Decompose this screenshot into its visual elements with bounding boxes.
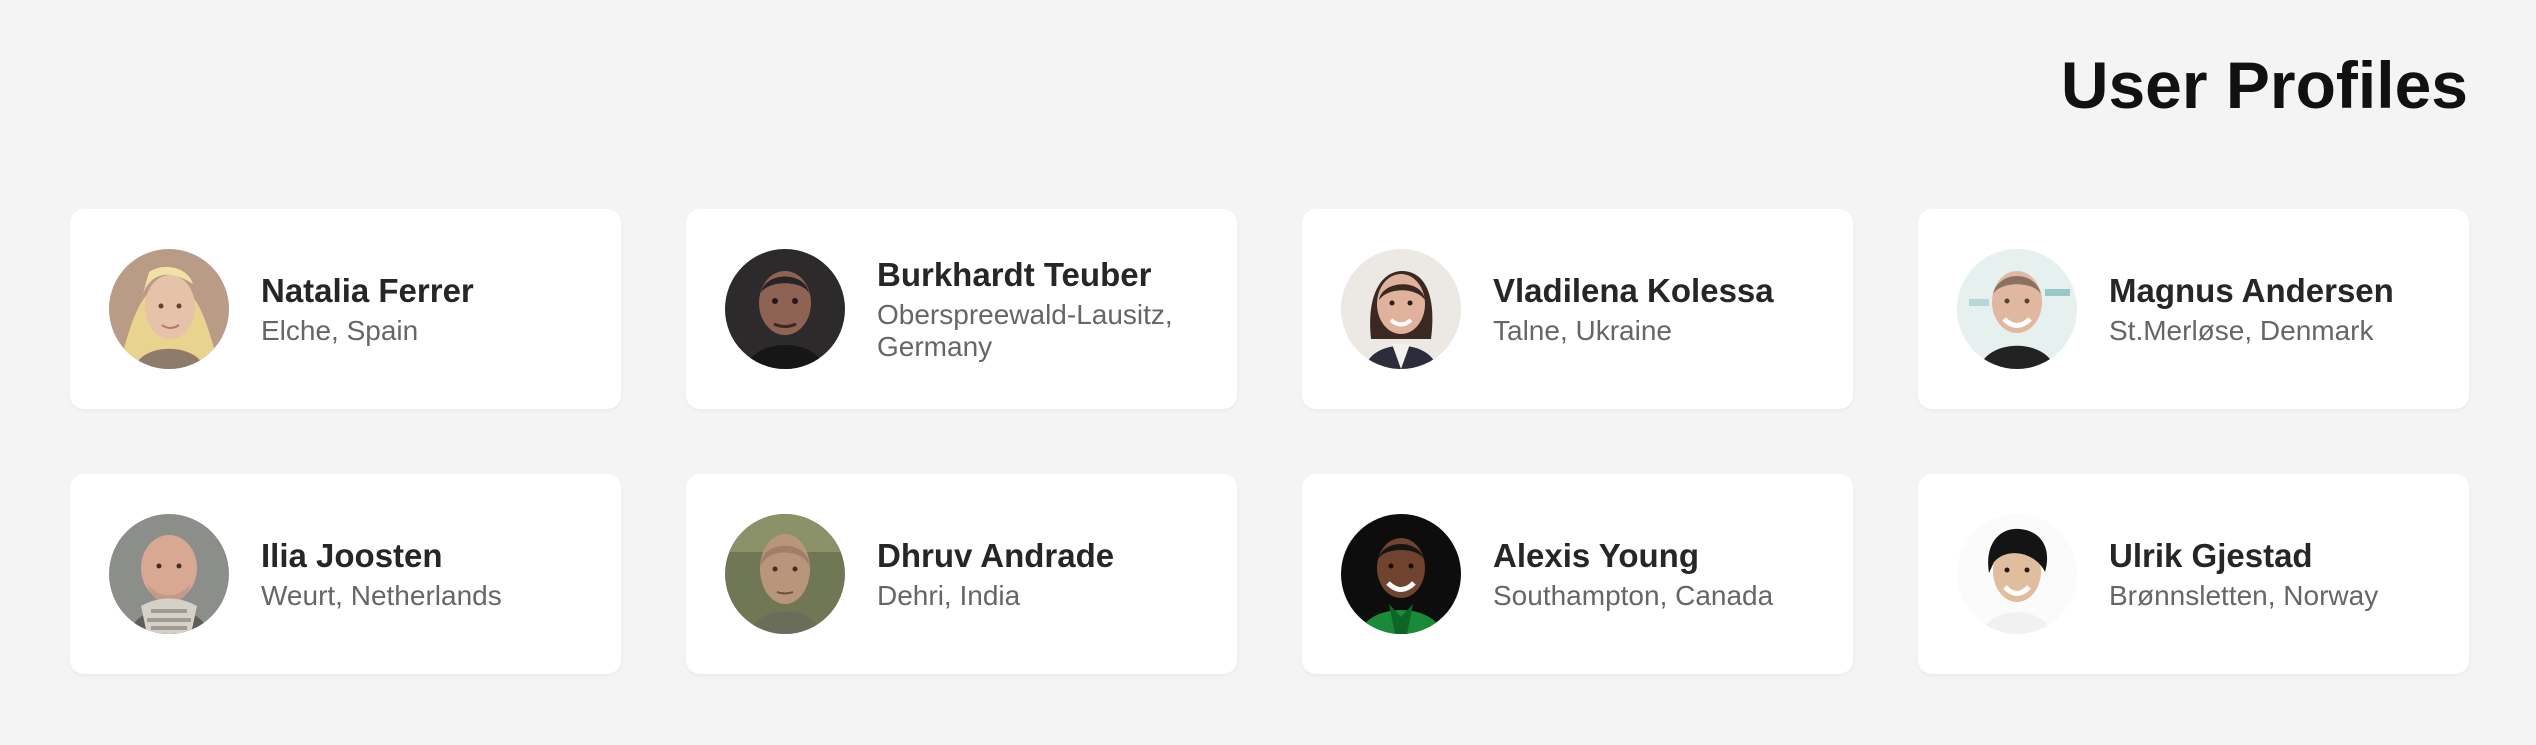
profile-info: Dhruv Andrade Dehri, India bbox=[877, 536, 1114, 612]
profile-name: Ulrik Gjestad bbox=[2109, 537, 2313, 574]
woman-blonde-avatar bbox=[109, 249, 229, 369]
man-dark-background-avatar bbox=[725, 249, 845, 369]
profile-location: Elche, Spain bbox=[261, 315, 419, 346]
profile-name: Ilia Joosten bbox=[261, 537, 443, 574]
profile-grid: Natalia Ferrer Elche, Spain Burkhardt Te… bbox=[70, 209, 2470, 674]
profile-location: Talne, Ukraine bbox=[1493, 315, 1672, 346]
profile-card[interactable]: Magnus Andersen St.Merløse, Denmark bbox=[1918, 209, 2469, 409]
profile-info: Magnus Andersen St.Merløse, Denmark bbox=[2109, 271, 2394, 347]
man-shaved-head-avatar bbox=[725, 514, 845, 634]
profile-info: Ulrik Gjestad Brønnsletten, Norway bbox=[2109, 536, 2378, 612]
profile-name: Burkhardt Teuber bbox=[877, 256, 1152, 293]
profile-info: Vladilena Kolessa Talne, Ukraine bbox=[1493, 271, 1774, 347]
profile-info: Alexis Young Southampton, Canada bbox=[1493, 536, 1773, 612]
profile-name: Vladilena Kolessa bbox=[1493, 272, 1774, 309]
man-green-shirt-avatar bbox=[1341, 514, 1461, 634]
profile-card[interactable]: Burkhardt Teuber Oberspreewald-Lausitz, … bbox=[686, 209, 1237, 409]
user-profiles-page: User Profiles Natalia Ferrer Elche, Spai… bbox=[0, 0, 2536, 745]
profile-location: Brønnsletten, Norway bbox=[2109, 580, 2379, 611]
woman-dark-hair-avatar bbox=[1341, 249, 1461, 369]
profile-location: Oberspreewald-Lausitz, Germany bbox=[877, 299, 1173, 362]
profile-name: Alexis Young bbox=[1493, 537, 1699, 574]
profile-name: Dhruv Andrade bbox=[877, 537, 1115, 574]
profile-location: St.Merløse, Denmark bbox=[2109, 315, 2374, 346]
profile-location: Weurt, Netherlands bbox=[261, 580, 502, 611]
man-smiling-avatar bbox=[1957, 249, 2077, 369]
profile-location: Southampton, Canada bbox=[1493, 580, 1774, 611]
profile-card[interactable]: Natalia Ferrer Elche, Spain bbox=[70, 209, 621, 409]
page-title: User Profiles bbox=[2060, 48, 2468, 122]
profile-location: Dehri, India bbox=[877, 580, 1021, 611]
profile-name: Magnus Andersen bbox=[2109, 272, 2394, 309]
profile-info: Natalia Ferrer Elche, Spain bbox=[261, 271, 474, 347]
profile-card[interactable]: Ilia Joosten Weurt, Netherlands bbox=[70, 474, 621, 674]
profile-card[interactable]: Ulrik Gjestad Brønnsletten, Norway bbox=[1918, 474, 2469, 674]
profile-name: Natalia Ferrer bbox=[261, 272, 474, 309]
profile-info: Burkhardt Teuber Oberspreewald-Lausitz, … bbox=[877, 255, 1207, 363]
profile-card[interactable]: Alexis Young Southampton, Canada bbox=[1302, 474, 1853, 674]
profile-card[interactable]: Dhruv Andrade Dehri, India bbox=[686, 474, 1237, 674]
man-black-hair-avatar bbox=[1957, 514, 2077, 634]
profile-card[interactable]: Vladilena Kolessa Talne, Ukraine bbox=[1302, 209, 1853, 409]
man-bald-scarf-avatar bbox=[109, 514, 229, 634]
profile-info: Ilia Joosten Weurt, Netherlands bbox=[261, 536, 502, 612]
